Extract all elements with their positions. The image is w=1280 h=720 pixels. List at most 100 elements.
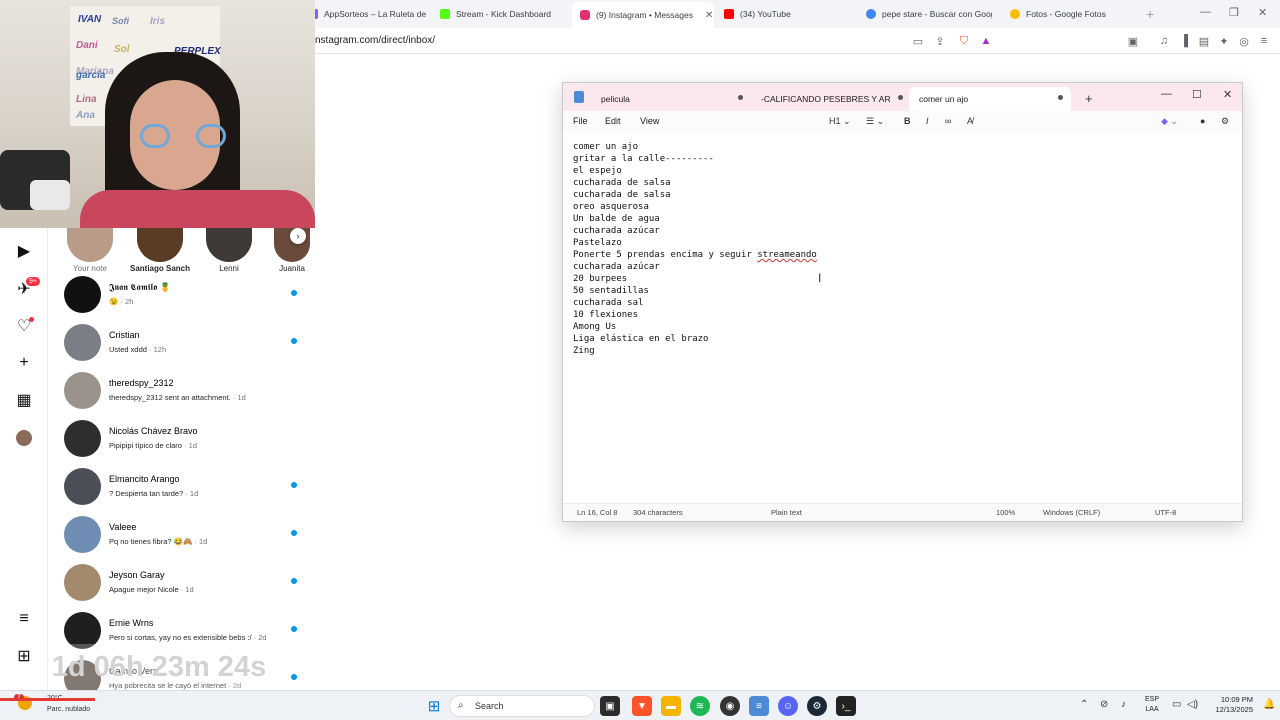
close-tab-icon[interactable]: ✕ (705, 10, 713, 21)
menu-file[interactable]: File (573, 116, 588, 126)
volume-icon[interactable]: ◁) (1187, 699, 1198, 710)
browser-tab-kick[interactable]: Stream - Kick Dashboard (432, 4, 562, 24)
media-icon[interactable]: ♫ (1156, 33, 1172, 49)
link-icon[interactable]: ∞ (945, 116, 951, 126)
board-name: Iris (150, 16, 166, 27)
menu-edit[interactable]: Edit (605, 116, 621, 126)
close-window-icon[interactable]: ✕ (1258, 6, 1267, 19)
settings-gear-icon[interactable]: ⚙ (1221, 116, 1229, 127)
line-text: Un balde de agua (573, 214, 660, 224)
line-text: cucharada de salsa (573, 190, 671, 200)
bold-icon[interactable]: B (904, 116, 911, 126)
text-cursor-icon: I (818, 271, 822, 285)
preview-time: · 1d (185, 489, 199, 498)
cursor-position: Ln 16, Col 8 (577, 508, 618, 517)
url-field[interactable]: nstagram.com/direct/inbox/ (315, 35, 435, 46)
new-tab-button[interactable]: + (1085, 91, 1093, 106)
stream-timer: 1d 06h 23m 24s (30, 644, 288, 690)
browser-tab-google-photos[interactable]: Fotos - Google Fotos (1002, 4, 1132, 24)
list-dropdown-icon[interactable]: ☰ ⌄ (866, 116, 884, 127)
conversation-row[interactable]: Nicolás Chávez Bravo Pipipipi típico de c… (48, 416, 314, 464)
notepad-status-bar: Ln 16, Col 8 304 characters Plain text 1… (563, 503, 1242, 521)
leo-ai-icon[interactable]: ✦ (1216, 33, 1232, 49)
close-icon[interactable]: ✕ (1223, 88, 1232, 101)
discord-icon[interactable]: ☺ (778, 696, 798, 716)
italic-icon[interactable]: I (926, 116, 929, 126)
network-icon[interactable]: ▭ (1172, 699, 1181, 710)
file-explorer-icon[interactable]: ▬ (661, 696, 681, 716)
preview-text: theredspy_2312 sent an attachment. (109, 393, 231, 402)
note-item[interactable]: Santiago Sanch... (130, 228, 190, 273)
preview-time: · 2d (253, 633, 267, 642)
terminal-icon[interactable]: ›_ (836, 696, 856, 716)
browser-tab-instagram[interactable]: (9) Instagram • Messages ✕ (572, 2, 714, 28)
menu-icon[interactable]: ≡ (1256, 33, 1272, 49)
notepad-taskbar-icon[interactable]: ≡ (749, 696, 769, 716)
board-name: IVAN (78, 14, 102, 25)
more-menu-icon[interactable]: ≡ (14, 609, 34, 629)
preview-time: · 1d (184, 441, 197, 450)
maximize-icon[interactable]: ☐ (1192, 88, 1202, 101)
browser-tab-youtube[interactable]: (34) YouTube (716, 4, 846, 24)
conversation-row[interactable]: Valeee Pq no tienes fibra? 😂🙈 · 1d (48, 512, 314, 560)
new-tab-button[interactable]: + (1146, 6, 1154, 22)
profile-avatar[interactable] (14, 428, 34, 448)
notification-bell-icon[interactable]: 🔔 (1263, 699, 1275, 710)
notepad-tab[interactable]: -CALIFICANDO PESEBRES Y ARBOLES (751, 87, 891, 111)
notes-row: Your note Santiago Sanch... Lenni Juanit… (48, 228, 314, 273)
create-icon[interactable]: + (14, 353, 34, 373)
text-line: cucharada sal (573, 297, 1233, 309)
chevron-right-icon[interactable]: › (290, 228, 306, 244)
vpn-icon[interactable]: ◎ (1236, 33, 1252, 49)
chevron-up-icon[interactable]: ⌃ (1080, 699, 1088, 710)
share-icon[interactable]: ⇪ (932, 33, 948, 49)
windows-start-icon[interactable]: ⊞ (424, 696, 444, 716)
brave-rewards-icon[interactable]: ▲ (978, 33, 994, 49)
conversation-name: Elmancito Arango (109, 474, 180, 484)
conversation-row[interactable]: Jeyson Garay Apague mejor Nicole · 1d (48, 560, 314, 608)
taskbar-search[interactable]: ⌕ Search (449, 695, 595, 717)
notepad-text-area[interactable]: comer un ajo gritar a la calle--------- el… (573, 141, 1233, 501)
text-line: Among Us (573, 321, 1233, 333)
restore-icon[interactable]: ❐ (1229, 6, 1239, 19)
conversation-row[interactable]: 𝕵𝖚𝖆𝖓 𝕮𝖆𝖒𝖎𝖑𝖔 🍍 😉 · 2h (48, 272, 314, 320)
menu-view[interactable]: View (640, 116, 659, 126)
dashboard-icon[interactable]: ▦ (14, 390, 34, 410)
steam-icon[interactable]: ⚙ (807, 696, 827, 716)
note-item[interactable]: Your note (62, 228, 118, 273)
reels-icon[interactable]: ▶ (14, 241, 34, 261)
sidebar-toggle-icon[interactable]: ▣ (1125, 33, 1141, 49)
spotify-icon[interactable]: ≋ (690, 696, 710, 716)
misspelled-word[interactable]: streameando (757, 250, 817, 260)
microphone-icon[interactable]: ♪ (1121, 699, 1126, 710)
note-item[interactable]: Lenni (201, 228, 257, 273)
wallet-icon[interactable]: ▤ (1196, 33, 1212, 49)
heading-dropdown[interactable]: H1 ⌄ (829, 116, 851, 127)
task-view-icon[interactable]: ▣ (600, 696, 620, 716)
notepad-tab-active[interactable]: comer un ajo (909, 87, 1071, 111)
cast-icon[interactable]: ▭ (910, 33, 926, 49)
language-indicator[interactable]: ESP LAA (1145, 695, 1159, 715)
conversation-row[interactable]: theredspy_2312 theredspy_2312 sent an att… (48, 368, 314, 416)
vpn-off-icon[interactable]: ⊘ (1100, 699, 1108, 710)
conversation-row[interactable]: Cristian Usted xddd · 12h (48, 320, 314, 368)
minimize-icon[interactable]: — (1200, 6, 1211, 18)
account-icon[interactable]: ● (1200, 116, 1205, 126)
brave-shield-icon[interactable]: ⛉ (956, 33, 972, 49)
conversation-row[interactable]: Elmancito Arango ? Despierta tan tarde? ·… (48, 464, 314, 512)
notepad-tab[interactable]: pelicula (591, 87, 751, 111)
obs-icon[interactable]: ◉ (720, 696, 740, 716)
line-text: cucharada azúcar (573, 262, 660, 272)
system-clock[interactable]: 10:09 PM 12/13/2025 (1205, 695, 1253, 715)
text-line: gritar a la calle--------- (573, 153, 1233, 165)
unread-dot (291, 530, 297, 536)
brave-browser-icon[interactable]: ▼ (632, 696, 652, 716)
minimize-icon[interactable]: — (1161, 88, 1172, 100)
board-name: Ana (76, 110, 95, 121)
browser-tab-google-search[interactable]: pepe stare - Buscar con Google (858, 4, 992, 24)
copilot-icon[interactable]: ◆ ⌄ (1161, 116, 1178, 127)
text-line: Zing (573, 345, 1233, 357)
browser-tab-appsorteos[interactable]: AppSorteos – La Ruleta de la Suerte (300, 4, 428, 24)
clear-format-icon[interactable]: A̸ (967, 116, 973, 126)
side-panel-icon[interactable]: ▐ (1176, 33, 1192, 49)
